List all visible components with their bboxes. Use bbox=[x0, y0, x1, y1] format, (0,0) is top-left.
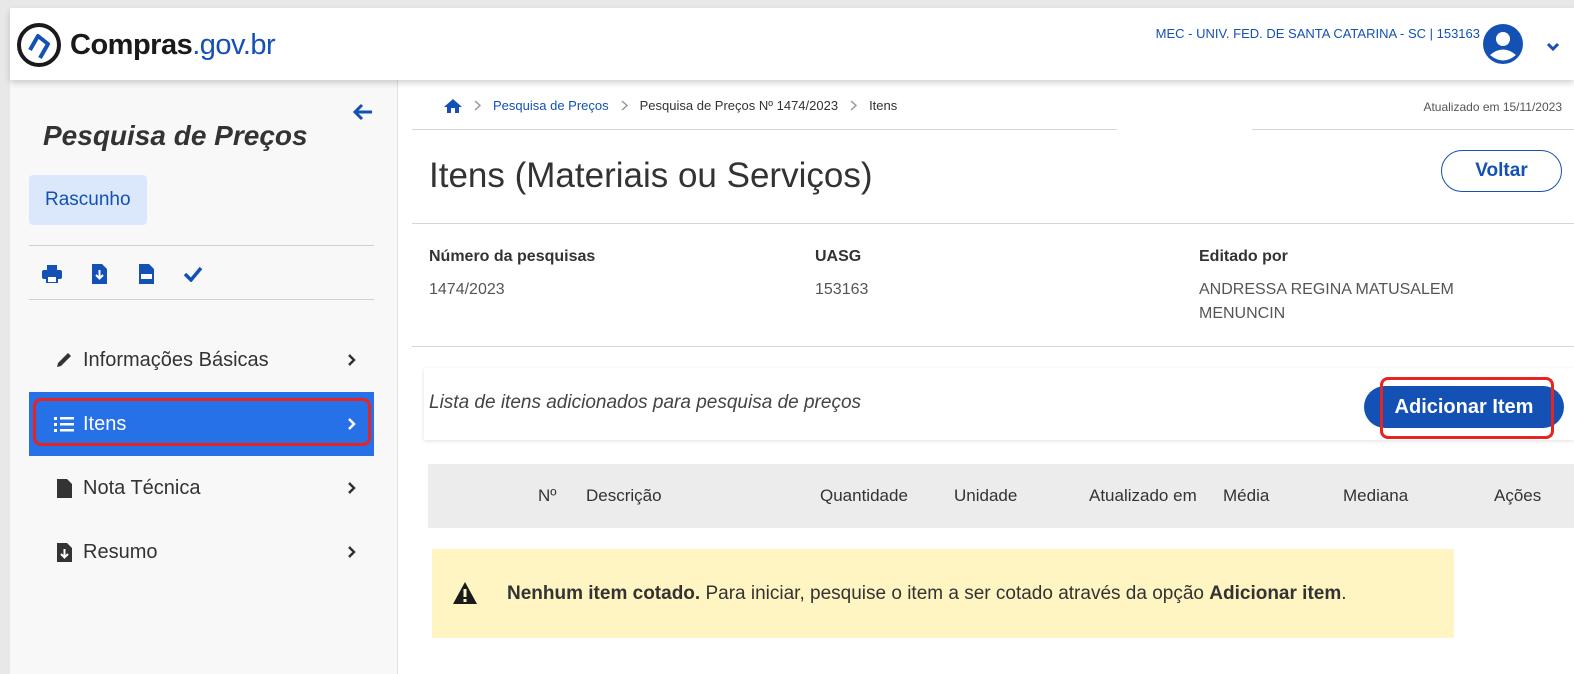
compras-logo-icon bbox=[17, 23, 61, 67]
sidebar-item-label: Resumo bbox=[83, 540, 158, 563]
chevron-right-icon bbox=[348, 546, 356, 558]
file-download-icon bbox=[91, 264, 107, 284]
toolbar bbox=[41, 263, 204, 285]
print-button[interactable] bbox=[41, 263, 63, 285]
alert-body: Para iniciar, pesquise o item a ser cota… bbox=[700, 583, 1210, 604]
column-header[interactable]: Nº bbox=[538, 486, 557, 506]
divider bbox=[412, 223, 1574, 224]
highlight-box bbox=[33, 398, 371, 446]
back-button[interactable]: Voltar bbox=[1441, 150, 1562, 192]
divider bbox=[29, 245, 374, 246]
breadcrumb-link-pesquisa[interactable]: Pesquisa de Preços bbox=[493, 98, 609, 113]
pencil-icon bbox=[53, 349, 75, 371]
main-content: Pesquisa de Preços Pesquisa de Preços Nº… bbox=[412, 80, 1574, 674]
empty-state-alert: Nenhum item cotado. Para iniciar, pesqui… bbox=[432, 549, 1454, 638]
meta-editor: Editado por ANDRESSA REGINA MATUSALEM ME… bbox=[1199, 248, 1454, 326]
table-header: Nº Descrição Quantidade Unidade Atualiza… bbox=[428, 464, 1574, 528]
chevron-right-icon bbox=[348, 482, 356, 494]
status-badge: Rascunho bbox=[29, 175, 147, 225]
validate-button[interactable] bbox=[182, 263, 204, 285]
check-icon bbox=[183, 266, 203, 282]
chevron-down-icon[interactable] bbox=[1546, 42, 1560, 52]
column-header[interactable]: Descrição bbox=[586, 486, 662, 506]
sidebar: Pesquisa de Preços Rascunho Informações … bbox=[10, 80, 398, 674]
divider bbox=[29, 299, 374, 300]
arrow-left-icon[interactable] bbox=[352, 102, 374, 122]
meta-label: Editado por bbox=[1199, 248, 1288, 265]
chevron-right-icon bbox=[348, 354, 356, 366]
meta-label: UASG bbox=[815, 248, 862, 265]
meta-value: 153163 bbox=[815, 281, 869, 298]
sidebar-item-informacoes-basicas[interactable]: Informações Básicas bbox=[29, 328, 374, 392]
download-button[interactable] bbox=[88, 263, 110, 285]
app-window: Compras.gov.br MEC - UNIV. FED. DE SANTA… bbox=[10, 8, 1574, 674]
organization-label: MEC - UNIV. FED. DE SANTA CATARINA - SC … bbox=[1155, 26, 1480, 41]
chevron-right-icon bbox=[348, 418, 356, 430]
chevron-right-icon bbox=[474, 100, 481, 111]
sidebar-item-label: Nota Técnica bbox=[83, 476, 201, 499]
file-download-icon bbox=[53, 541, 75, 563]
meta-value: ANDRESSA REGINA MATUSALEM MENUNCIN bbox=[1199, 278, 1454, 326]
user-circle-icon[interactable] bbox=[1481, 22, 1525, 66]
chevron-right-icon bbox=[850, 100, 858, 111]
meta-label: Número da pesquisas bbox=[429, 248, 596, 265]
sidebar-item-label: Informações Básicas bbox=[83, 348, 269, 371]
alert-end: . bbox=[1341, 583, 1347, 604]
list-description: Lista de itens adicionados para pesquisa… bbox=[429, 392, 862, 413]
meta-value: 1474/2023 bbox=[429, 281, 505, 298]
csv-export-button[interactable] bbox=[135, 263, 157, 285]
breadcrumb: Pesquisa de Preços Pesquisa de Preços Nº… bbox=[444, 98, 897, 113]
updated-timestamp: Atualizado em 15/11/2023 bbox=[1423, 100, 1562, 114]
add-item-button[interactable]: Adicionar Item bbox=[1364, 386, 1564, 428]
items-list-card: Lista de itens adicionados para pesquisa… bbox=[424, 368, 1574, 440]
sidebar-item-itens[interactable]: Itens bbox=[29, 392, 374, 456]
file-icon bbox=[53, 477, 75, 499]
alert-message: Nenhum item cotado. Para iniciar, pesqui… bbox=[507, 583, 1347, 605]
sidebar-item-resumo[interactable]: Resumo bbox=[29, 520, 374, 584]
logo-domain: .gov.br bbox=[192, 28, 276, 61]
breadcrumb-current: Itens bbox=[869, 98, 898, 113]
logo-brand: Compras bbox=[70, 28, 193, 61]
meta-numero: Número da pesquisas 1474/2023 bbox=[429, 248, 595, 302]
sidebar-item-nota-tecnica[interactable]: Nota Técnica bbox=[29, 456, 374, 520]
logo[interactable]: Compras.gov.br bbox=[16, 22, 276, 68]
editor-name-line: ANDRESSA REGINA MATUSALEM bbox=[1199, 281, 1454, 298]
column-header[interactable]: Atualizado em bbox=[1089, 486, 1197, 506]
home-icon[interactable] bbox=[444, 98, 462, 113]
logo-text: Compras.gov.br bbox=[70, 28, 276, 62]
column-header[interactable]: Média bbox=[1223, 486, 1269, 506]
page-title: Itens (Materiais ou Serviços) bbox=[429, 156, 873, 195]
top-header: Compras.gov.br MEC - UNIV. FED. DE SANTA… bbox=[10, 8, 1574, 80]
meta-uasg: UASG 153163 bbox=[815, 248, 868, 302]
editor-name-line: MENUNCIN bbox=[1199, 305, 1286, 322]
column-header[interactable]: Unidade bbox=[954, 486, 1017, 506]
column-header[interactable]: Mediana bbox=[1343, 486, 1408, 506]
chevron-right-icon bbox=[621, 100, 628, 111]
csv-file-icon bbox=[138, 264, 154, 284]
warning-icon bbox=[453, 582, 477, 604]
alert-strong: Nenhum item cotado. bbox=[507, 583, 701, 604]
alert-strong: Adicionar item bbox=[1209, 583, 1342, 604]
print-icon bbox=[42, 265, 62, 283]
column-header[interactable]: Quantidade bbox=[820, 486, 908, 506]
breadcrumb-link-pesquisa-numero[interactable]: Pesquisa de Preços Nº 1474/2023 bbox=[640, 98, 838, 113]
divider bbox=[1252, 129, 1574, 130]
divider bbox=[412, 346, 1574, 347]
divider bbox=[412, 129, 1117, 130]
column-header[interactable]: Ações bbox=[1494, 486, 1541, 506]
sidebar-title: Pesquisa de Preços bbox=[43, 120, 308, 151]
